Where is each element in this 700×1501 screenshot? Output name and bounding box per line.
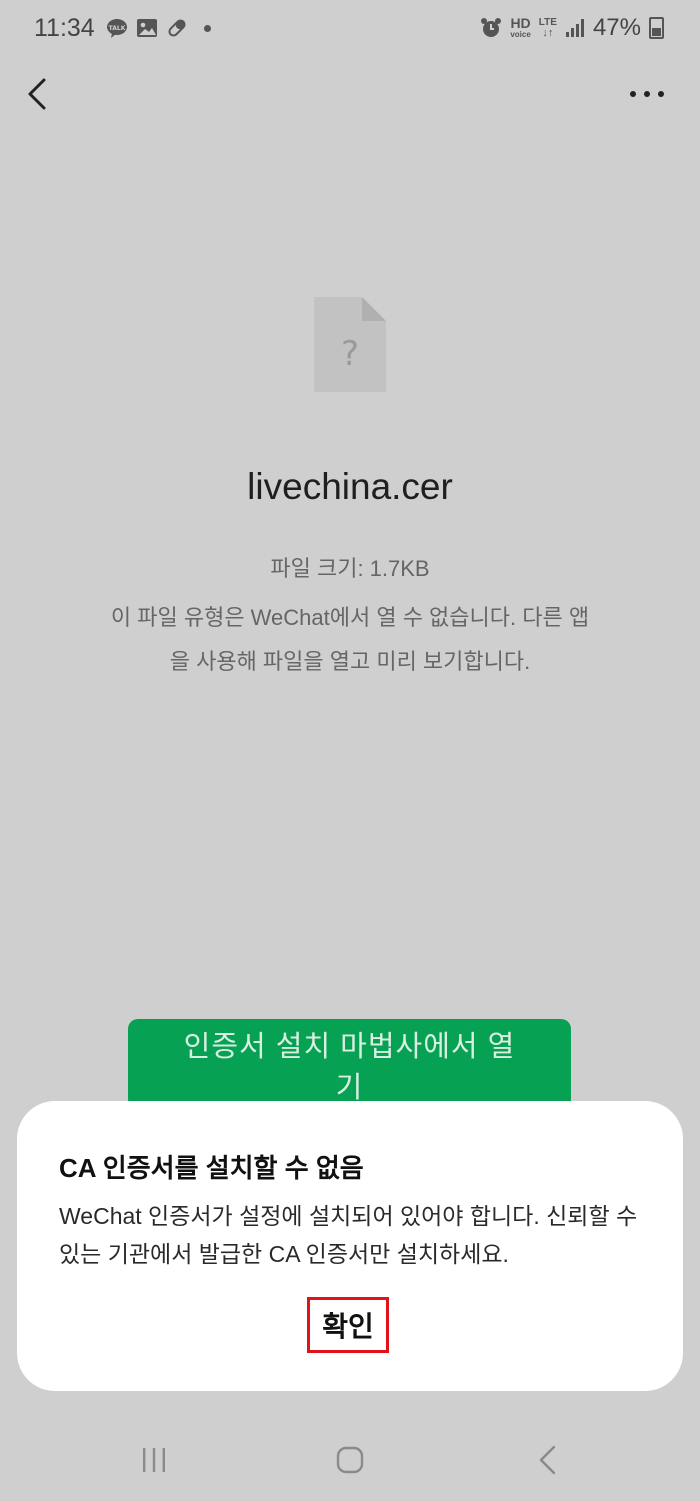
open-wizard-label: 인증서 설치 마법사에서 열기 [183, 1031, 516, 1104]
dialog-title: CA 인증서를 설치할 수 없음 [59, 1153, 364, 1183]
gallery-icon [137, 19, 157, 37]
file-question-glyph: ? [341, 334, 359, 374]
status-bar: 11:34 TALK HD voice LTE ↓↑ 47% [0, 0, 700, 62]
more-notifications-dot [204, 24, 211, 32]
svg-text:TALK: TALK [109, 25, 126, 32]
dialog-message: WeChat 인증서가 설정에 설치되어 있어야 합니다. 신뢰할 수 있는 기… [59, 1203, 638, 1267]
confirm-button[interactable]: 확인 [307, 1297, 389, 1353]
file-name: livechina.cer [247, 466, 453, 507]
unknown-file-icon: ? [314, 297, 386, 392]
chevron-left-icon[interactable] [22, 74, 58, 114]
file-unsupported-message: 이 파일 유형은 WeChat에서 열 수 없습니다. 다른 앱을 사용해 파일… [110, 605, 590, 674]
alarm-icon [481, 18, 502, 37]
nav-back-icon[interactable] [536, 1444, 558, 1476]
battery-percent: 47% [592, 14, 641, 41]
hd-voice-indicator: HD voice [510, 16, 530, 40]
status-right: HD voice LTE ↓↑ 47% [480, 14, 664, 42]
home-icon[interactable] [336, 1446, 364, 1474]
notification-icons: TALK [106, 17, 211, 39]
open-in-certificate-wizard-button[interactable]: 인증서 설치 마법사에서 열기 [128, 1019, 571, 1109]
more-horizontal-icon[interactable] [622, 78, 672, 108]
recent-apps-icon[interactable] [140, 1446, 168, 1474]
file-size: 파일 크기: 1.7KB [270, 556, 430, 581]
talk-icon: TALK [107, 19, 127, 38]
battery-icon [649, 17, 664, 39]
voice-label: voice [510, 30, 531, 39]
lte-arrows-icon: ↓↑ [542, 27, 554, 39]
signal-icon [565, 19, 584, 37]
ca-certificate-dialog: CA 인증서를 설치할 수 없음 WeChat 인증서가 설정에 설치되어 있어… [17, 1101, 683, 1391]
pill-icon [168, 19, 186, 37]
hd-label: HD [510, 15, 531, 31]
status-time: 11:34 [34, 14, 95, 42]
lte-indicator: LTE ↓↑ [539, 18, 557, 39]
